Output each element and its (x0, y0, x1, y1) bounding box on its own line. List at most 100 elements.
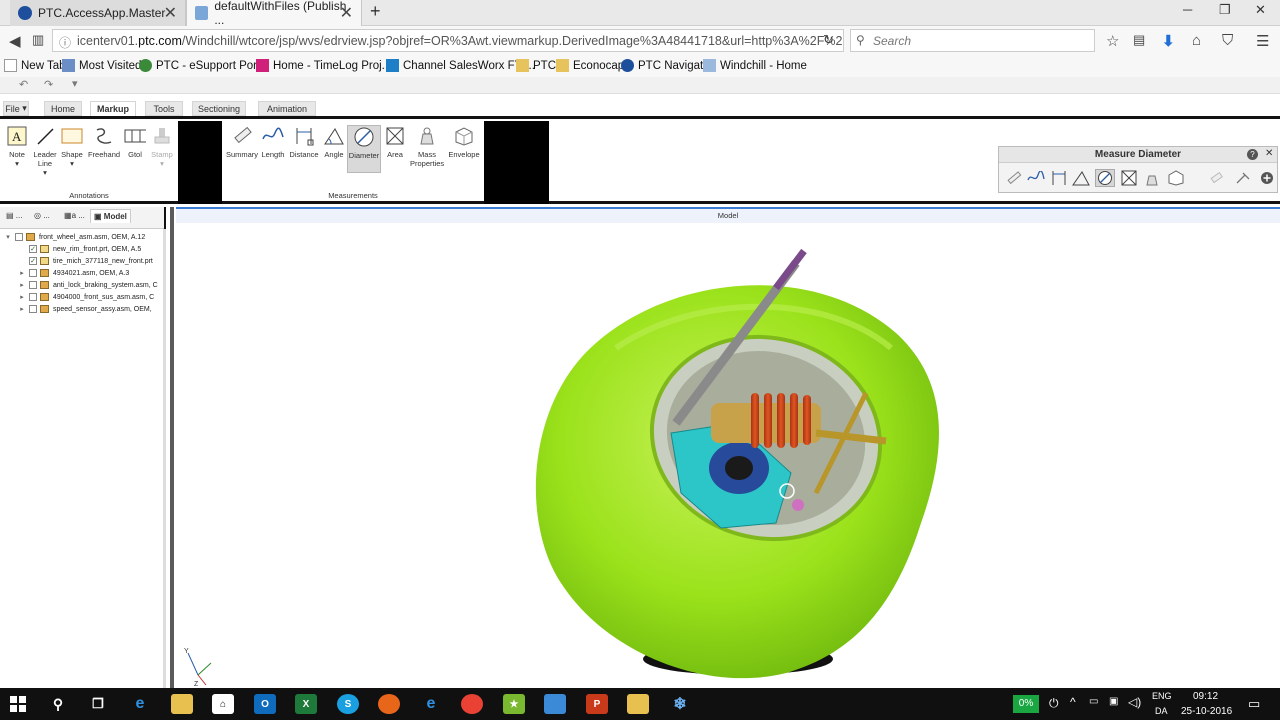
bookmark-channel-salesworx[interactable]: Channel SalesWorx FY ... (386, 59, 535, 72)
clock-date[interactable]: 25-10-2016 (1181, 706, 1232, 717)
panel-splitter[interactable] (170, 207, 174, 688)
pocket-icon[interactable]: ⛉ (1222, 32, 1233, 49)
snowflake-app-icon[interactable]: ❄ (669, 694, 691, 714)
expand-icon[interactable]: ▸ (18, 293, 26, 301)
battery-indicator[interactable]: 0% (1013, 695, 1039, 713)
visibility-checkbox[interactable] (29, 281, 37, 289)
bookmark-new-tab[interactable]: New Tab (4, 59, 66, 72)
model-viewport[interactable]: Model Y Z (176, 207, 1280, 688)
visibility-checkbox[interactable]: ✓ (29, 257, 37, 265)
help-icon[interactable]: ? (1247, 149, 1258, 160)
app-window-icon[interactable] (544, 694, 566, 714)
download-icon[interactable]: ⬇ (1162, 32, 1175, 50)
redo-icon[interactable]: ↷ (44, 78, 53, 91)
restore-icon[interactable]: ❐ (1219, 2, 1231, 18)
browser-tab-ptc-accessapp[interactable]: PTC.AccessApp.Master ✕ (10, 0, 186, 26)
reload-icon[interactable]: ↻ (823, 32, 834, 48)
tree-row[interactable]: ✓ tire_mich_377118_new_front.prt (26, 255, 153, 267)
close-icon[interactable]: ✕ (1265, 148, 1273, 159)
new-tab-button[interactable]: + (370, 1, 381, 22)
internet-explorer-icon[interactable]: e (420, 694, 442, 714)
distance-icon[interactable] (1049, 169, 1069, 187)
bookmark-star-icon[interactable]: ☆ (1106, 32, 1119, 50)
store-icon[interactable]: ⌂ (212, 694, 234, 714)
browser-tab-defaultwithfiles[interactable]: defaultWithFiles (Publish ... ✕ (186, 0, 362, 27)
tab-home[interactable]: Home (44, 101, 82, 116)
excel-icon[interactable]: X (295, 694, 317, 714)
back-icon[interactable]: ◀ (9, 32, 21, 50)
notifications-icon[interactable]: ▭ (1248, 696, 1260, 712)
length-button[interactable]: Length (256, 125, 290, 159)
summary-button[interactable]: Summary (225, 125, 259, 159)
bookmark-ptc[interactable]: PTC (516, 59, 556, 72)
bookmark-most-visited[interactable]: Most Visited (62, 59, 141, 72)
powerpoint-icon[interactable]: P (586, 694, 608, 714)
tab-structure[interactable]: ▤ ... (6, 211, 22, 220)
tree-row[interactable]: ▸ 4904000_front_sus_asm.asm, C (18, 291, 154, 303)
tab-animation[interactable]: Animation (258, 101, 316, 116)
undo-icon[interactable]: ↶ (19, 78, 28, 91)
volume-icon[interactable]: ◁) (1128, 695, 1141, 709)
mass-properties-icon[interactable] (1142, 169, 1162, 187)
clock-time[interactable]: 09:12 (1193, 691, 1218, 702)
battery-icon[interactable]: ▭ (1089, 696, 1098, 707)
language-top[interactable]: ENG (1152, 691, 1172, 701)
add-icon[interactable] (1257, 169, 1277, 187)
stamp-button[interactable]: Stamp ▾ (145, 125, 179, 168)
visibility-checkbox[interactable] (29, 293, 37, 301)
distance-button[interactable]: Distance (287, 125, 321, 159)
file-explorer-icon[interactable] (171, 694, 193, 714)
mass-properties-button[interactable]: Mass Properties (410, 125, 444, 168)
envelope-button[interactable]: Envelope (447, 125, 481, 159)
file-menu[interactable]: File ▾ (3, 101, 29, 116)
tab-tools[interactable]: Tools (145, 101, 183, 116)
tree-row[interactable]: ▸ 4934021.asm, OEM, A.3 (18, 267, 129, 279)
close-tab-icon[interactable]: ✕ (340, 3, 353, 23)
angle-button[interactable]: Angle (317, 125, 351, 159)
diameter-icon[interactable] (1095, 169, 1115, 187)
search-icon[interactable]: ⚲ (47, 694, 69, 714)
bookmark-econocap[interactable]: Econocap (556, 59, 624, 72)
info-icon[interactable]: ⓘ (59, 34, 71, 51)
folder-app-icon[interactable] (627, 694, 649, 714)
freehand-button[interactable]: Freehand (87, 125, 121, 159)
area-button[interactable]: Area (378, 125, 412, 159)
expand-icon[interactable]: ▸ (18, 305, 26, 313)
outlook-icon[interactable]: O (254, 694, 276, 714)
wheel-assembly-render[interactable]: Y Z (176, 223, 1280, 690)
app-star-icon[interactable]: ★ (503, 694, 525, 714)
strut-top[interactable] (773, 248, 807, 291)
reader-icon[interactable]: ▥ (32, 32, 44, 48)
chevron-up-icon[interactable]: ^ (1070, 695, 1076, 709)
tab-markup[interactable]: Markup (90, 101, 136, 116)
windows-start-icon[interactable] (7, 694, 29, 714)
expand-icon[interactable]: ▸ (18, 269, 26, 277)
ruler-icon[interactable] (1004, 169, 1024, 187)
language-bottom[interactable]: DA (1155, 706, 1168, 716)
tab-views[interactable]: ◎ ... (34, 211, 50, 220)
close-tab-icon[interactable]: ✕ (164, 3, 177, 23)
close-window-icon[interactable]: ✕ (1255, 2, 1266, 18)
expand-icon[interactable]: ▸ (18, 281, 26, 289)
chrome-icon[interactable] (461, 694, 483, 714)
pin-icon[interactable] (1233, 169, 1253, 187)
tree-row[interactable]: ✓ new_rim_front.prt, OEM, A.5 (26, 243, 141, 255)
customize-icon[interactable]: ▾ (72, 77, 78, 90)
tab-annotations[interactable]: ▦a ... (64, 211, 85, 220)
envelope-icon[interactable] (1166, 169, 1186, 187)
tree-row[interactable]: ▸ anti_lock_braking_system.asm, C (18, 279, 158, 291)
skype-icon[interactable]: S (337, 694, 359, 714)
angle-icon[interactable] (1071, 169, 1091, 187)
home-icon[interactable]: ⌂ (1192, 32, 1201, 49)
bookmark-ptc-navigate[interactable]: PTC Navigate (621, 59, 710, 72)
eraser-icon[interactable] (1207, 169, 1227, 187)
bookmarks-list-icon[interactable]: ▤ (1133, 32, 1145, 48)
task-view-icon[interactable]: ❐ (87, 694, 109, 714)
visibility-checkbox[interactable] (29, 269, 37, 277)
tree-row[interactable]: ▾ front_wheel_asm.asm, OEM, A.12 (4, 231, 145, 243)
bookmark-windchill-home[interactable]: Windchill - Home (703, 59, 807, 72)
network-icon[interactable]: ▣ (1109, 696, 1118, 707)
search-input[interactable]: ⚲ Search (850, 29, 1095, 52)
edge-icon[interactable]: e (129, 694, 151, 714)
diameter-button[interactable]: Diameter (347, 125, 381, 173)
